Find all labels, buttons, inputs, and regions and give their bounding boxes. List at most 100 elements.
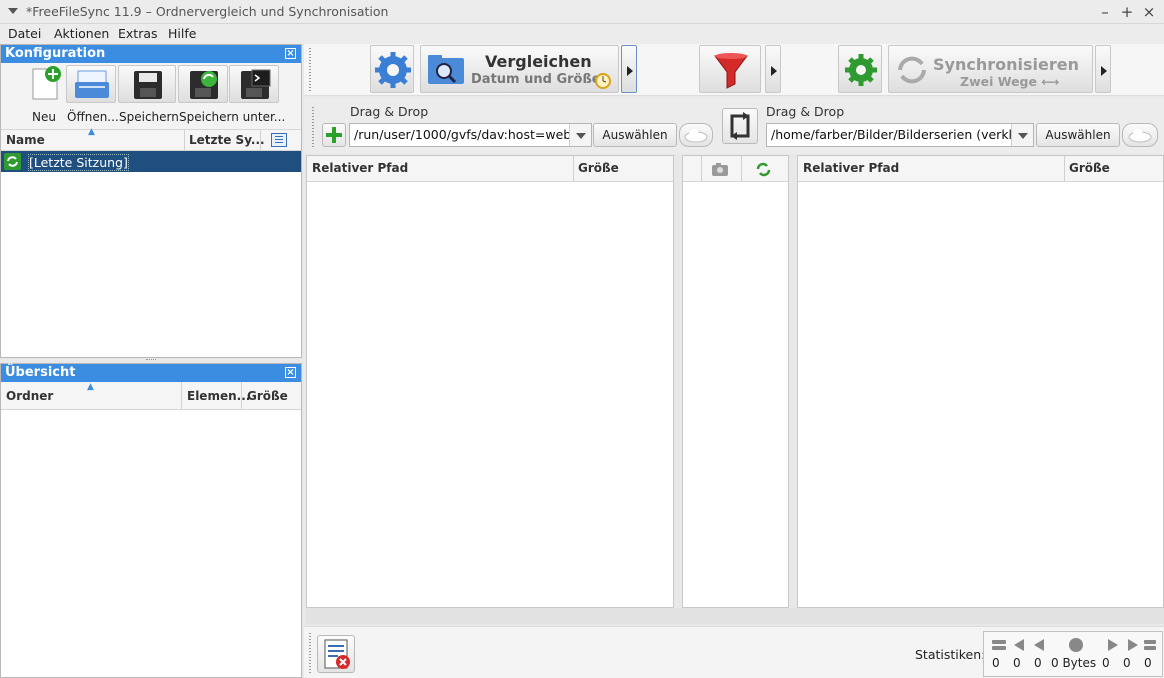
horizontal-scrollbar[interactable] (306, 608, 1164, 624)
arrow-right-icon (1101, 66, 1107, 76)
sort-ascending-icon: ▲ (88, 127, 95, 137)
save-as-label: Speichern unter... (179, 110, 286, 124)
config-list-item[interactable]: [Letzte Sitzung] (1, 151, 301, 172)
config-panel-header: Konfiguration × (1, 45, 301, 63)
middle-action-grid[interactable] (682, 155, 789, 608)
overview-panel: Übersicht × Ordner ▲ Elemen... Größe (0, 363, 302, 678)
synchronize-subtitle: Zwei Wege ⟷ (960, 74, 1060, 89)
sync-config-icon (4, 153, 21, 170)
close-button[interactable]: × (1139, 2, 1159, 22)
left-folder-path: /run/user/1000/gvfs/dav:host=webdav (354, 127, 592, 142)
save-as-batch-icon (241, 69, 271, 99)
sync-action-icon[interactable] (755, 161, 772, 178)
config-panel: Konfiguration × Neu Öffnen... Speichern … (0, 44, 302, 358)
stat-create-left: 0 (992, 656, 1000, 670)
menu-aktionen[interactable]: Aktionen (54, 26, 109, 41)
show-log-button[interactable] (317, 635, 355, 673)
right-drag-drop-label: Drag & Drop (766, 104, 845, 119)
column-options-icon[interactable] (271, 133, 287, 147)
left-folder-path-input[interactable]: /run/user/1000/gvfs/dav:host=webdav (349, 123, 592, 147)
title-bar: *FreeFileSync 11.9 – Ordnervergleich und… (0, 0, 1164, 24)
new-document-icon (32, 66, 61, 100)
plus-icon (326, 127, 342, 143)
column-folder[interactable]: Ordner (6, 389, 53, 403)
statistics-box: 0 0 0 0 Bytes 0 0 0 (983, 631, 1163, 677)
minimize-button[interactable]: – (1095, 2, 1115, 22)
arrow-right-icon (771, 66, 777, 76)
sync-options-dropdown[interactable] (1095, 45, 1111, 93)
clock-icon (595, 73, 611, 89)
sync-settings-button[interactable] (838, 45, 882, 93)
right-browse-button[interactable]: Auswählen (1036, 123, 1120, 147)
stat-data-size: 0 Bytes (1051, 656, 1097, 670)
left-file-grid[interactable]: Relativer Pfad Größe (306, 155, 674, 608)
config-item-name: [Letzte Sitzung] (28, 154, 129, 171)
maximize-button[interactable]: + (1117, 2, 1137, 22)
compare-settings-button[interactable] (370, 45, 414, 93)
new-config-button[interactable] (27, 65, 63, 103)
chevron-down-icon[interactable] (569, 124, 591, 146)
open-folder-icon (75, 70, 109, 98)
column-last-sync[interactable]: Letzte Sy... (189, 133, 265, 147)
save-as-batch-button[interactable] (229, 65, 279, 103)
synchronize-button[interactable]: Synchronisieren Zwei Wege ⟷ (888, 45, 1093, 93)
right-cloud-button[interactable] (1122, 123, 1158, 147)
right-column-size[interactable]: Größe (1069, 161, 1110, 175)
window-menu-icon[interactable] (8, 8, 18, 14)
status-bar: Statistiken: 0 0 0 0 Bytes 0 0 0 (304, 626, 1164, 678)
column-size[interactable]: Größe (247, 389, 288, 403)
save-as-sync-icon (190, 71, 218, 99)
gear-icon (375, 52, 411, 88)
left-cloud-button[interactable] (679, 123, 713, 147)
left-browse-button[interactable]: Auswählen (593, 123, 677, 147)
filter-button[interactable] (699, 45, 761, 93)
filter-funnel-icon (714, 53, 748, 89)
swap-sides-button[interactable] (722, 108, 758, 144)
compare-subtitle: Datum und Größe (471, 72, 601, 87)
stat-update-right: 0 (1123, 656, 1131, 670)
cloud-icon (684, 129, 708, 143)
overview-panel-title: Übersicht (5, 365, 76, 380)
window-title: *FreeFileSync 11.9 – Ordnervergleich und… (26, 4, 389, 19)
stat-create-right: 0 (1102, 656, 1110, 670)
right-column-relative-path[interactable]: Relativer Pfad (803, 161, 899, 175)
left-column-size[interactable]: Größe (578, 161, 619, 175)
sort-ascending-icon: ▲ (87, 382, 94, 392)
statistics-label: Statistiken: (915, 647, 986, 662)
folder-pair-bar: Drag & Drop /run/user/1000/gvfs/dav:host… (304, 97, 1164, 154)
right-folder-path: /home/farber/Bilder/Bilderserien (verkle… (771, 127, 1034, 142)
compare-options-dropdown[interactable] (621, 45, 637, 93)
arrow-right-icon (627, 66, 633, 76)
sync-arrows-icon (898, 56, 926, 84)
right-folder-path-input[interactable]: /home/farber/Bilder/Bilderserien (verkle… (766, 123, 1034, 147)
gear-icon (845, 54, 877, 86)
compare-title: Vergleichen (485, 52, 592, 71)
open-config-button[interactable] (66, 65, 116, 103)
config-panel-close-button[interactable]: × (285, 48, 296, 59)
column-name[interactable]: Name (6, 133, 45, 147)
save-config-button[interactable] (118, 65, 176, 103)
compare-button[interactable]: Vergleichen Datum und Größe (420, 45, 619, 93)
statistics-icons (992, 638, 1156, 652)
menu-extras[interactable]: Extras (118, 26, 158, 41)
add-folder-pair-button[interactable] (322, 123, 346, 147)
overview-panel-close-button[interactable]: × (285, 367, 296, 378)
config-list-header: Name ▲ Letzte Sy... (1, 127, 301, 151)
left-column-relative-path[interactable]: Relativer Pfad (312, 161, 408, 175)
menu-datei[interactable]: Datei (8, 26, 41, 41)
new-label: Neu (32, 110, 56, 124)
left-grid-header: Relativer Pfad Größe (307, 156, 673, 182)
chevron-down-icon[interactable] (1011, 124, 1033, 146)
overview-panel-header: Übersicht × (1, 364, 301, 382)
right-grid-header: Relativer Pfad Größe (798, 156, 1163, 182)
log-error-icon (324, 639, 350, 669)
menu-hilfe[interactable]: Hilfe (168, 26, 196, 41)
synchronize-title: Synchronisieren (933, 55, 1079, 74)
left-drag-drop-label: Drag & Drop (350, 104, 429, 119)
camera-icon[interactable] (711, 161, 729, 177)
filter-options-dropdown[interactable] (765, 45, 781, 93)
swap-arrows-icon (730, 112, 750, 140)
right-file-grid[interactable]: Relativer Pfad Größe (797, 155, 1164, 608)
save-as-config-button[interactable] (178, 65, 228, 103)
open-label: Öffnen... (67, 110, 119, 124)
